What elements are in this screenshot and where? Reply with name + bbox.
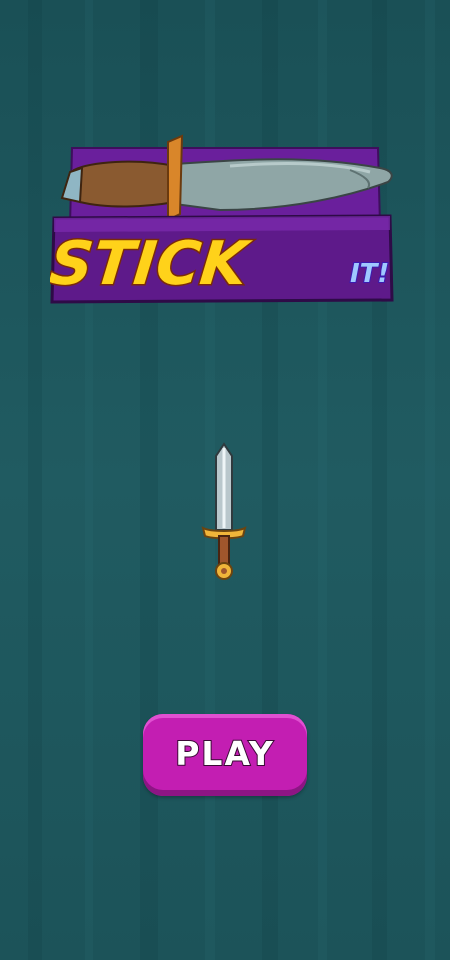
logo-title-text: STICK [50,229,255,299]
sword-icon [201,442,247,580]
play-button[interactable]: PLAY [143,714,307,796]
game-logo: STICK IT! [50,134,394,304]
logo-subtitle-text: IT! [350,259,389,289]
play-button-label: PLAY [174,733,275,774]
